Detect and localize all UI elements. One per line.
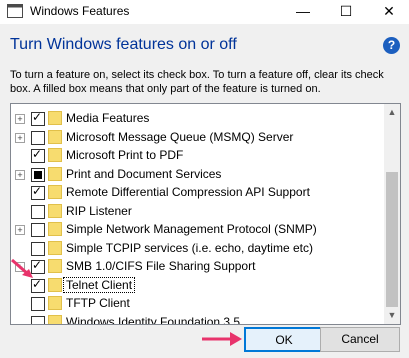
ok-button[interactable]: OK [244, 327, 324, 352]
feature-checkbox[interactable] [31, 297, 45, 311]
cancel-button[interactable]: Cancel [320, 327, 400, 352]
feature-label: Remote Differential Compression API Supp… [66, 185, 310, 199]
annotation-arrow-icon [202, 332, 242, 346]
feature-checkbox[interactable] [31, 130, 45, 145]
window-title: Windows Features [30, 4, 130, 18]
feature-checkbox[interactable] [31, 241, 45, 256]
feature-row[interactable]: RIP Listener [11, 201, 383, 221]
feature-row[interactable]: Windows Identity Foundation 3.5 [11, 312, 383, 325]
expand-icon[interactable]: + [15, 132, 25, 143]
feature-label: Print and Document Services [66, 166, 222, 181]
feature-label: Microsoft Message Queue (MSMQ) Server [66, 129, 294, 144]
help-icon[interactable]: ? [383, 37, 400, 54]
folder-icon [48, 129, 62, 144]
feature-row[interactable]: + Microsoft Message Queue (MSMQ) Server [11, 127, 383, 147]
feature-label: SMB 1.0/CIFS File Sharing Support [66, 259, 256, 273]
feature-row[interactable]: ✓ Microsoft Print to PDF [11, 145, 383, 165]
feature-row[interactable]: TFTP Client [11, 293, 383, 313]
scroll-up-icon[interactable]: ▲ [384, 104, 400, 121]
page-title: Turn Windows features on or off [10, 36, 237, 53]
feature-row[interactable]: + ✓ Media Features [11, 108, 383, 128]
feature-list[interactable]: Windows Identity Foundation 3.5 TFTP Clie… [10, 103, 401, 325]
folder-icon [48, 148, 62, 162]
feature-row[interactable]: + Print and Document Services [11, 164, 383, 184]
expand-icon[interactable]: + [15, 169, 25, 180]
feature-checkbox[interactable] [31, 315, 45, 324]
folder-icon [48, 296, 62, 310]
feature-checkbox[interactable]: ✓ [31, 110, 45, 126]
feature-label: Windows Identity Foundation 3.5 [66, 314, 241, 325]
feature-checkbox[interactable] [31, 223, 45, 237]
title-bar: Windows Features — ☐ ✕ [0, 0, 409, 24]
folder-icon [48, 222, 62, 236]
expand-icon[interactable]: + [15, 114, 25, 124]
folder-icon [48, 203, 62, 218]
expand-icon[interactable]: + [15, 225, 25, 235]
partial-fill-icon [34, 170, 42, 179]
feature-checkbox[interactable] [31, 167, 45, 182]
feature-row[interactable]: + Simple Network Management Protocol (SNM… [11, 219, 383, 239]
feature-row[interactable]: ✓ Telnet Client [11, 275, 383, 295]
folder-icon [48, 111, 62, 125]
annotation-arrow-icon [11, 258, 33, 278]
folder-icon [48, 240, 62, 255]
minimize-button[interactable]: — [285, 0, 321, 24]
folder-icon [48, 314, 62, 324]
feature-checkbox[interactable] [31, 204, 45, 219]
checkmark-icon: ✓ [32, 147, 43, 161]
scroll-thumb[interactable] [386, 172, 398, 307]
feature-label: Media Features [66, 111, 150, 125]
feature-row[interactable]: +✓SMB 1.0/CIFS File Sharing Support [11, 256, 383, 276]
feature-label: TFTP Client [66, 296, 130, 310]
feature-label: Simple Network Management Protocol (SNMP… [66, 222, 317, 236]
checkmark-icon: ✓ [32, 184, 43, 198]
folder-icon [48, 259, 62, 273]
feature-label: Simple TCPIP services (i.e. echo, daytim… [66, 240, 313, 255]
feature-row[interactable]: Simple TCPIP services (i.e. echo, daytim… [11, 238, 383, 258]
vertical-scrollbar[interactable]: ▲ ▼ [384, 104, 400, 324]
feature-checkbox[interactable]: ✓ [31, 184, 45, 200]
scroll-down-icon[interactable]: ▼ [384, 307, 400, 324]
folder-icon [48, 166, 62, 181]
maximize-button[interactable]: ☐ [328, 0, 364, 24]
folder-icon [48, 185, 62, 199]
close-button[interactable]: ✕ [371, 0, 407, 24]
feature-checkbox[interactable]: ✓ [31, 147, 45, 163]
feature-row[interactable]: ✓ Remote Differential Compression API Sup… [11, 182, 383, 202]
feature-label: Microsoft Print to PDF [66, 148, 184, 162]
feature-label: Telnet Client [63, 276, 136, 293]
instructions-text: To turn a feature on, select its check b… [10, 69, 384, 95]
checkmark-icon: ✓ [32, 110, 43, 124]
feature-label: RIP Listener [66, 203, 132, 218]
feature-checkbox[interactable]: ✓ [31, 277, 45, 293]
app-icon [7, 4, 23, 18]
folder-icon [48, 277, 62, 292]
